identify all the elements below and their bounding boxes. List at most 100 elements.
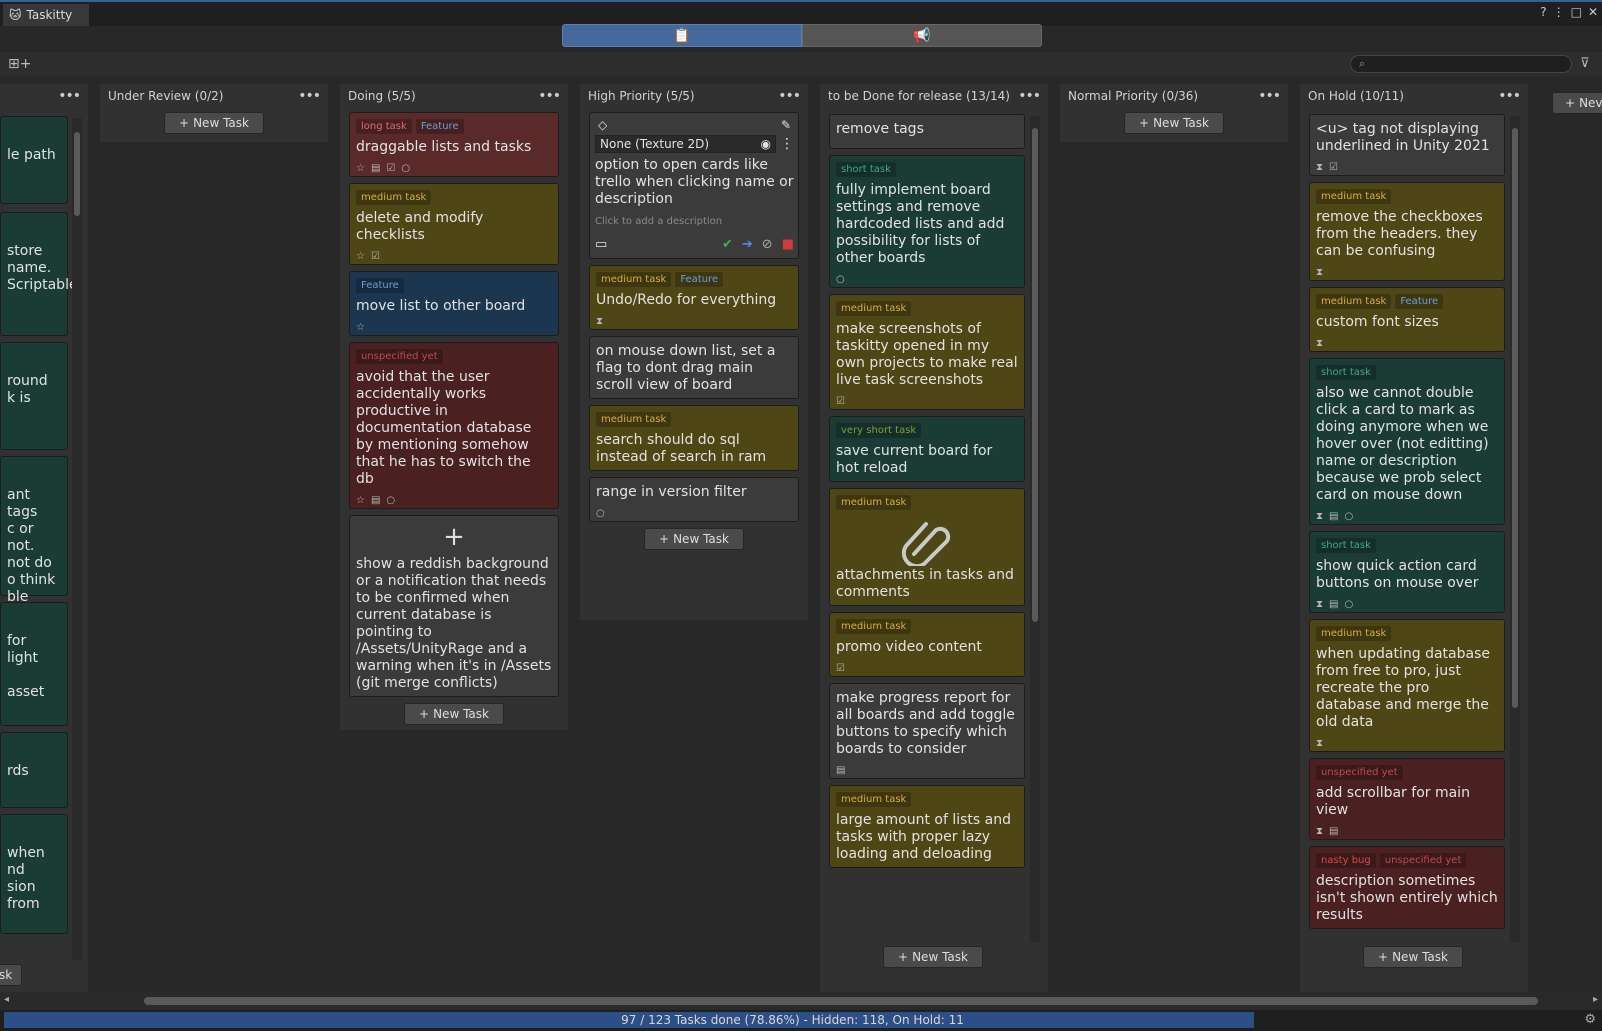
card-title[interactable]: search should do sql instead of search i…	[596, 432, 792, 466]
task-card[interactable]: medium task promo video content ☑	[829, 612, 1025, 677]
comment-icon[interactable]: ▭	[595, 236, 607, 254]
task-card[interactable]: medium task remove the checkboxes from t…	[1309, 182, 1505, 281]
card-title[interactable]: add scrollbar for main view	[1316, 785, 1498, 819]
tag-label[interactable]: medium task	[596, 272, 672, 287]
gear-icon[interactable]: ⚙	[1584, 1012, 1596, 1027]
tag-label[interactable]: medium task	[1316, 626, 1392, 641]
card-title[interactable]: on mouse down list, set a flag to dont d…	[596, 343, 792, 394]
tag-label[interactable]: unspecified yet	[1316, 765, 1403, 780]
card-title[interactable]: when updating database from free to pro,…	[1316, 646, 1498, 731]
card-title[interactable]: show quick action card buttons on mouse …	[1316, 558, 1498, 592]
list-menu-icon[interactable]: •••	[1018, 88, 1041, 104]
add-list-icon[interactable]: ⊞+	[8, 56, 31, 72]
task-card[interactable]: unspecified yet avoid that the user acci…	[349, 342, 559, 509]
card-title[interactable]: delete and modify checklists	[356, 210, 552, 244]
card-title[interactable]: description sometimes isn't shown entire…	[1316, 873, 1498, 924]
task-card[interactable]: store name. Scriptable	[0, 212, 78, 336]
tag-label[interactable]: unspecified yet	[356, 349, 443, 364]
list-menu-icon[interactable]: •••	[1258, 88, 1281, 104]
tab-announcements[interactable]: 📢	[802, 24, 1042, 47]
card-title[interactable]: make screenshots of taskitty opened in m…	[836, 321, 1018, 389]
task-card[interactable]: <u> tag not displaying underlined in Uni…	[1309, 114, 1505, 176]
tag-label[interactable]: very short task	[836, 423, 922, 438]
task-card[interactable]: when nd sion from	[0, 814, 68, 934]
delete-icon[interactable]: ■	[782, 236, 794, 254]
task-card-editing[interactable]: ◇ ✎ None (Texture 2D) ◉ ⋮ option to open c…	[589, 112, 799, 259]
card-title[interactable]: avoid that the user accidentally works p…	[356, 369, 552, 488]
task-card[interactable]: medium task when updating database from …	[1309, 619, 1505, 752]
list-scrollbar[interactable]	[72, 118, 82, 960]
task-card[interactable]: medium task delete and modify checklists…	[349, 183, 559, 265]
list-menu-icon[interactable]: •••	[58, 88, 81, 104]
new-list-button[interactable]: + Nev	[1552, 92, 1602, 114]
new-task-button[interactable]: sk	[0, 964, 22, 986]
task-card[interactable]: make progress report for all boards and …	[829, 683, 1025, 779]
scroll-thumb[interactable]	[1512, 128, 1518, 708]
card-title[interactable]: Undo/Redo for everything	[596, 292, 792, 309]
scroll-right-icon[interactable]: ▸	[1593, 994, 1598, 1005]
star-icon[interactable]: ☆	[356, 492, 365, 506]
list-scrollbar[interactable]	[1510, 116, 1520, 942]
scroll-left-icon[interactable]: ◂	[4, 994, 9, 1005]
task-card[interactable]: range in version filter ○	[589, 477, 799, 522]
tag-label[interactable]: medium task	[596, 412, 672, 427]
task-card[interactable]: short task fully implement board setting…	[829, 155, 1025, 288]
card-title[interactable]: draggable lists and tasks	[356, 139, 552, 156]
new-task-button[interactable]: + New Task	[404, 703, 504, 725]
tab-tasks[interactable]: 📋	[562, 24, 802, 47]
list-menu-icon[interactable]: •••	[1498, 88, 1521, 104]
task-card[interactable]: Feature move list to other board ☆	[349, 271, 559, 336]
card-title[interactable]: range in version filter	[596, 484, 792, 501]
list-menu-icon[interactable]: •••	[538, 88, 561, 104]
move-icon[interactable]: ➔	[742, 236, 753, 254]
tag-label[interactable]: Feature	[356, 278, 404, 293]
tag-label[interactable]: medium task	[836, 495, 912, 510]
task-card[interactable]: medium task Feature custom font sizes ⧗	[1309, 287, 1505, 352]
tag-label[interactable]: Feature	[675, 272, 724, 287]
board-area[interactable]: ••• le path store name. Scriptable round…	[0, 78, 1602, 992]
scroll-thumb[interactable]	[144, 997, 1538, 1005]
target-icon[interactable]: ◉	[761, 136, 771, 152]
tag-icon[interactable]: ◇	[598, 117, 607, 135]
card-title[interactable]: large amount of lists and tasks with pro…	[836, 812, 1018, 863]
star-icon[interactable]: ☆	[356, 319, 365, 333]
tag-label[interactable]: medium task	[356, 190, 432, 205]
task-card[interactable]: long task Feature draggable lists and tas…	[349, 112, 559, 177]
star-icon[interactable]: ☆	[356, 160, 365, 174]
task-card[interactable]: + show a reddish background or a notific…	[349, 515, 559, 697]
list-menu-icon[interactable]: •••	[778, 88, 801, 104]
tag-label[interactable]: Feature	[1395, 294, 1444, 309]
search-input[interactable]: ⌕	[1350, 55, 1572, 73]
card-title[interactable]: save current board for hot reload	[836, 443, 1018, 477]
card-title[interactable]: promo video content	[836, 639, 1018, 656]
tag-label[interactable]: short task	[836, 162, 896, 177]
task-card[interactable]: unspecified yet add scrollbar for main v…	[1309, 758, 1505, 840]
task-card[interactable]: le path	[0, 116, 68, 204]
card-title[interactable]: move list to other board	[356, 298, 552, 315]
tag-label[interactable]: medium task	[836, 619, 912, 634]
task-card[interactable]: on mouse down list, set a flag to dont d…	[589, 336, 799, 399]
filter-icon[interactable]: ⊽	[1580, 56, 1590, 71]
tag-label[interactable]: medium task	[836, 792, 912, 807]
card-title[interactable]: show a reddish background or a notificat…	[356, 556, 552, 692]
tag-label[interactable]: medium task	[836, 301, 912, 316]
task-card[interactable]: medium task search should do sql instead…	[589, 405, 799, 471]
new-task-button[interactable]: + New Task	[1124, 112, 1224, 134]
check-icon[interactable]: ✔	[722, 236, 733, 254]
task-card[interactable]: medium task make screenshots of taskitty…	[829, 294, 1025, 410]
card-title[interactable]: also we cannot double click a card to ma…	[1316, 385, 1498, 504]
task-card[interactable]: short task also we cannot double click a…	[1309, 358, 1505, 525]
card-title[interactable]: <u> tag not displaying underlined in Uni…	[1316, 121, 1498, 155]
card-title[interactable]: option to open cards like trello when cl…	[595, 157, 794, 208]
card-title[interactable]: make progress report for all boards and …	[836, 690, 1018, 758]
tag-label[interactable]: Feature	[415, 119, 464, 134]
tag-label[interactable]: nasty bug	[1316, 853, 1376, 868]
task-card[interactable]: medium task large amount of lists and ta…	[829, 785, 1025, 868]
menu-icon[interactable]: ⋮	[1553, 5, 1565, 19]
texture-field[interactable]: None (Texture 2D) ◉	[595, 135, 776, 153]
maximize-icon[interactable]: □	[1571, 5, 1582, 19]
task-card[interactable]: rds	[0, 732, 68, 808]
hide-icon[interactable]: ⊘	[762, 236, 773, 254]
card-title[interactable]: remove tags	[836, 121, 1018, 138]
help-icon[interactable]: ?	[1540, 5, 1546, 19]
